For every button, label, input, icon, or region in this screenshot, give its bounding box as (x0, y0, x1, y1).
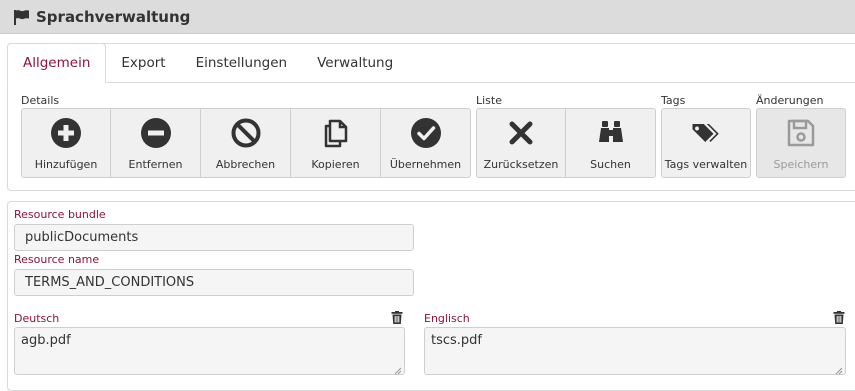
tab-verwaltung[interactable]: Verwaltung (302, 43, 408, 82)
tab-export[interactable]: Export (106, 43, 180, 82)
cancel-button-label: Abbrechen (215, 158, 276, 171)
deutsch-textarea-value: agb.pdf (21, 333, 71, 348)
tab-allgemein[interactable]: Allgemein (7, 43, 107, 83)
save-icon (786, 118, 816, 148)
manage-tags-button-label: Tags verwalten (664, 158, 748, 171)
tab-bar: Allgemein Export Einstellungen Verwaltun… (7, 43, 408, 83)
englisch-textarea[interactable]: tscs.pdf (424, 327, 846, 375)
reset-button-label: Zurücksetzen (483, 158, 559, 171)
resize-grip-icon[interactable] (394, 364, 402, 375)
group-label-liste: Liste (476, 94, 502, 107)
group-label-details: Details (21, 94, 60, 107)
minus-circle-icon (140, 118, 171, 148)
group-label-tags: Tags (661, 94, 686, 107)
ban-icon (231, 118, 261, 148)
resource-name-field[interactable]: TERMS_AND_CONDITIONS (14, 269, 414, 296)
resource-bundle-field[interactable]: publicDocuments (14, 224, 414, 251)
deutsch-label: Deutsch (14, 312, 60, 325)
englisch-label: Englisch (424, 312, 470, 325)
deutsch-textarea[interactable]: agb.pdf (14, 327, 405, 375)
save-button-label: Speichern (773, 158, 829, 171)
check-circle-icon (410, 118, 441, 148)
binoculars-icon (596, 118, 626, 148)
englisch-textarea-value: tscs.pdf (431, 333, 483, 348)
copy-button[interactable]: Kopieren (290, 108, 381, 178)
search-button[interactable]: Suchen (565, 108, 656, 178)
add-button-label: Hinzufügen (34, 158, 98, 171)
save-button[interactable]: Speichern (756, 108, 846, 178)
resource-name-label: Resource name (14, 253, 100, 266)
tab-divider (7, 82, 855, 83)
page-title: Sprachverwaltung (36, 7, 191, 26)
title-bar: Sprachverwaltung (0, 0, 855, 34)
flag-icon (13, 9, 30, 25)
trash-icon[interactable] (833, 309, 845, 324)
resize-grip-icon[interactable] (835, 364, 843, 375)
manage-tags-button[interactable]: Tags verwalten (661, 108, 751, 178)
reset-button[interactable]: Zurücksetzen (476, 108, 566, 178)
x-icon (506, 118, 536, 148)
group-label-aenderungen: Änderungen (756, 94, 824, 107)
tab-einstellungen[interactable]: Einstellungen (181, 43, 303, 82)
copy-button-label: Kopieren (311, 158, 360, 171)
remove-button-label: Entfernen (128, 158, 183, 171)
trash-icon[interactable] (391, 309, 403, 324)
copy-icon (321, 118, 351, 148)
plus-circle-icon (51, 118, 81, 148)
add-button[interactable]: Hinzufügen (21, 108, 111, 178)
apply-button[interactable]: Übernehmen (380, 108, 471, 178)
apply-button-label: Übernehmen (389, 158, 462, 171)
resource-bundle-label: Resource bundle (14, 208, 106, 221)
remove-button[interactable]: Entfernen (110, 108, 201, 178)
search-button-label: Suchen (590, 158, 631, 171)
tags-icon (691, 118, 721, 148)
cancel-button[interactable]: Abbrechen (200, 108, 291, 178)
